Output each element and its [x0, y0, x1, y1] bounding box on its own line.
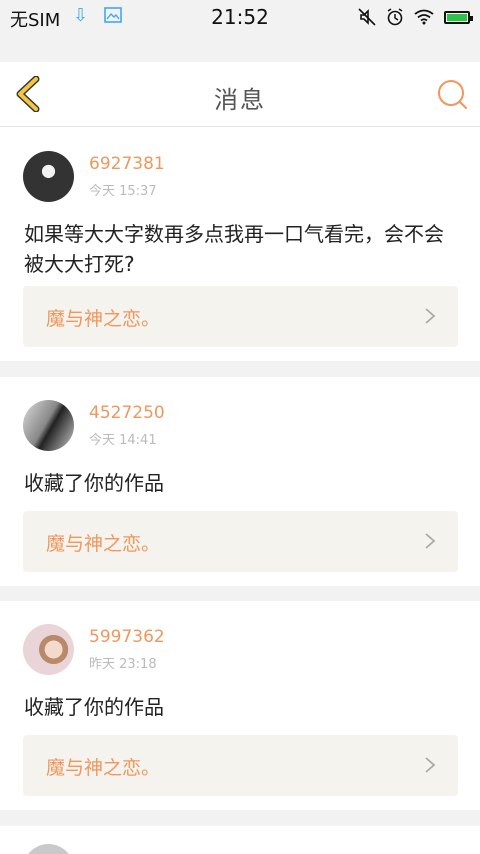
mute-icon — [358, 8, 376, 26]
chevron-right-icon — [425, 757, 436, 773]
timestamp: 昨天 23:18 — [89, 657, 157, 672]
battery-icon — [444, 10, 473, 24]
search-icon[interactable] — [436, 78, 468, 110]
avatar[interactable] — [23, 400, 74, 451]
work-title: 魔与神之恋。 — [46, 757, 161, 779]
status-bar: 无SIM ⇩ 21:52 — [0, 0, 480, 34]
chevron-right-icon — [425, 308, 436, 324]
work-link[interactable]: 魔与神之恋。 — [23, 286, 458, 347]
message-card[interactable] — [0, 826, 480, 854]
page-title: 消息 — [214, 86, 266, 114]
avatar[interactable] — [23, 151, 74, 202]
username[interactable]: 4527250 — [89, 403, 165, 423]
avatar[interactable] — [23, 624, 74, 675]
alarm-icon — [387, 8, 403, 26]
username[interactable]: 5997362 — [89, 627, 165, 647]
message-card[interactable]: 6927381 今天 15:37 如果等大大字数再多点我再一口气看完，会不会被大… — [0, 127, 480, 361]
message-text: 如果等大大字数再多点我再一口气看完，会不会被大大打死? — [24, 222, 444, 276]
wifi-icon — [414, 9, 434, 25]
message-card[interactable]: 4527250 今天 14:41 收藏了你的作品 魔与神之恋。 — [0, 377, 480, 586]
work-link[interactable]: 魔与神之恋。 — [23, 735, 458, 796]
work-title: 魔与神之恋。 — [46, 308, 161, 330]
message-card[interactable]: 5997362 昨天 23:18 收藏了你的作品 魔与神之恋。 — [0, 601, 480, 810]
message-text: 收藏了你的作品 — [24, 695, 164, 719]
chevron-right-icon — [425, 533, 436, 549]
message-text: 收藏了你的作品 — [24, 471, 164, 495]
avatar[interactable] — [23, 844, 74, 854]
timestamp: 今天 14:41 — [89, 433, 157, 448]
timestamp: 今天 15:37 — [89, 184, 157, 199]
nav-header: 消息 — [0, 62, 480, 127]
work-title: 魔与神之恋。 — [46, 533, 161, 555]
work-link[interactable]: 魔与神之恋。 — [23, 511, 458, 572]
username[interactable]: 6927381 — [89, 154, 165, 174]
